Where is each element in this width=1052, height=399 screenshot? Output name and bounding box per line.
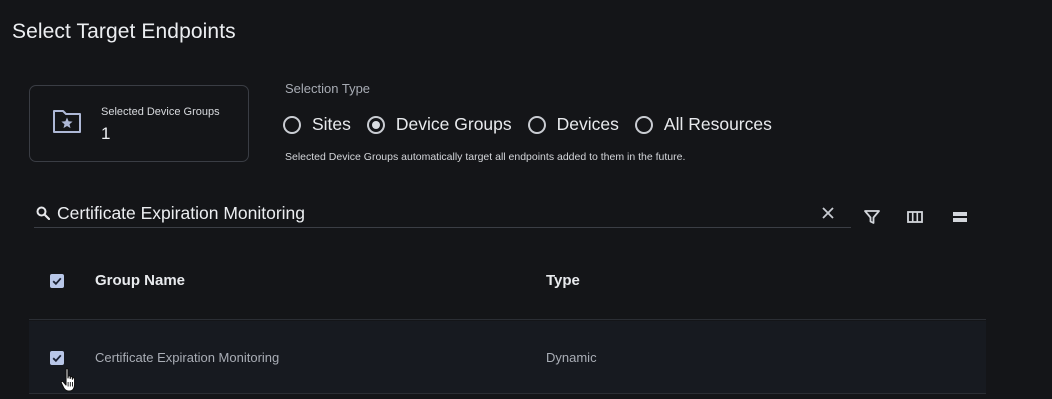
- radio-device-groups-circle[interactable]: [366, 115, 385, 134]
- radio-all-resources-label: All Resources: [663, 114, 772, 134]
- radio-sites-circle[interactable]: [283, 115, 301, 134]
- page-title: Select Target Endpoints: [12, 20, 236, 43]
- radio-devices-circle[interactable]: [527, 115, 546, 134]
- summary-label: Selected Device Groups: [101, 106, 220, 118]
- table-row[interactable]: Certificate Expiration Monitoring Dynami…: [29, 321, 986, 394]
- hand-pointer-cursor-icon: [60, 368, 76, 392]
- selection-hint: Selected Device Groups automatically tar…: [285, 151, 686, 163]
- radio-sites[interactable]: Sites: [283, 114, 351, 135]
- select-all-checkbox[interactable]: [50, 274, 64, 288]
- filter-icon[interactable]: [863, 208, 881, 226]
- check-icon: [52, 277, 62, 286]
- radio-devices-label: Devices: [556, 114, 619, 134]
- radio-sites-label: Sites: [312, 114, 351, 134]
- column-header-type[interactable]: Type: [546, 272, 580, 289]
- search-icon: [36, 206, 50, 220]
- columns-icon[interactable]: [906, 208, 924, 226]
- summary-count: 1: [101, 124, 111, 143]
- radio-devices[interactable]: Devices: [527, 114, 619, 135]
- selected-groups-card: Selected Device Groups 1: [29, 85, 249, 162]
- density-icon[interactable]: [951, 208, 969, 226]
- selection-type-label: Selection Type: [285, 81, 371, 96]
- table-header: Group Name Type: [29, 250, 986, 320]
- column-header-group-name[interactable]: Group Name: [95, 272, 185, 289]
- selection-type-radio-group: Sites Device Groups Devices All Resource…: [283, 114, 788, 135]
- cell-type: Dynamic: [546, 350, 597, 365]
- close-icon[interactable]: [821, 206, 835, 220]
- radio-device-groups[interactable]: Device Groups: [366, 114, 512, 135]
- row-checkbox[interactable]: [50, 351, 64, 365]
- radio-device-groups-label: Device Groups: [395, 114, 512, 134]
- search-bar: [34, 198, 851, 228]
- folder-star-icon: [53, 110, 81, 133]
- check-icon: [52, 354, 62, 363]
- radio-all-resources[interactable]: All Resources: [634, 114, 772, 135]
- search-input[interactable]: [57, 201, 817, 225]
- radio-all-resources-circle[interactable]: [634, 115, 653, 134]
- cell-group-name: Certificate Expiration Monitoring: [95, 350, 280, 365]
